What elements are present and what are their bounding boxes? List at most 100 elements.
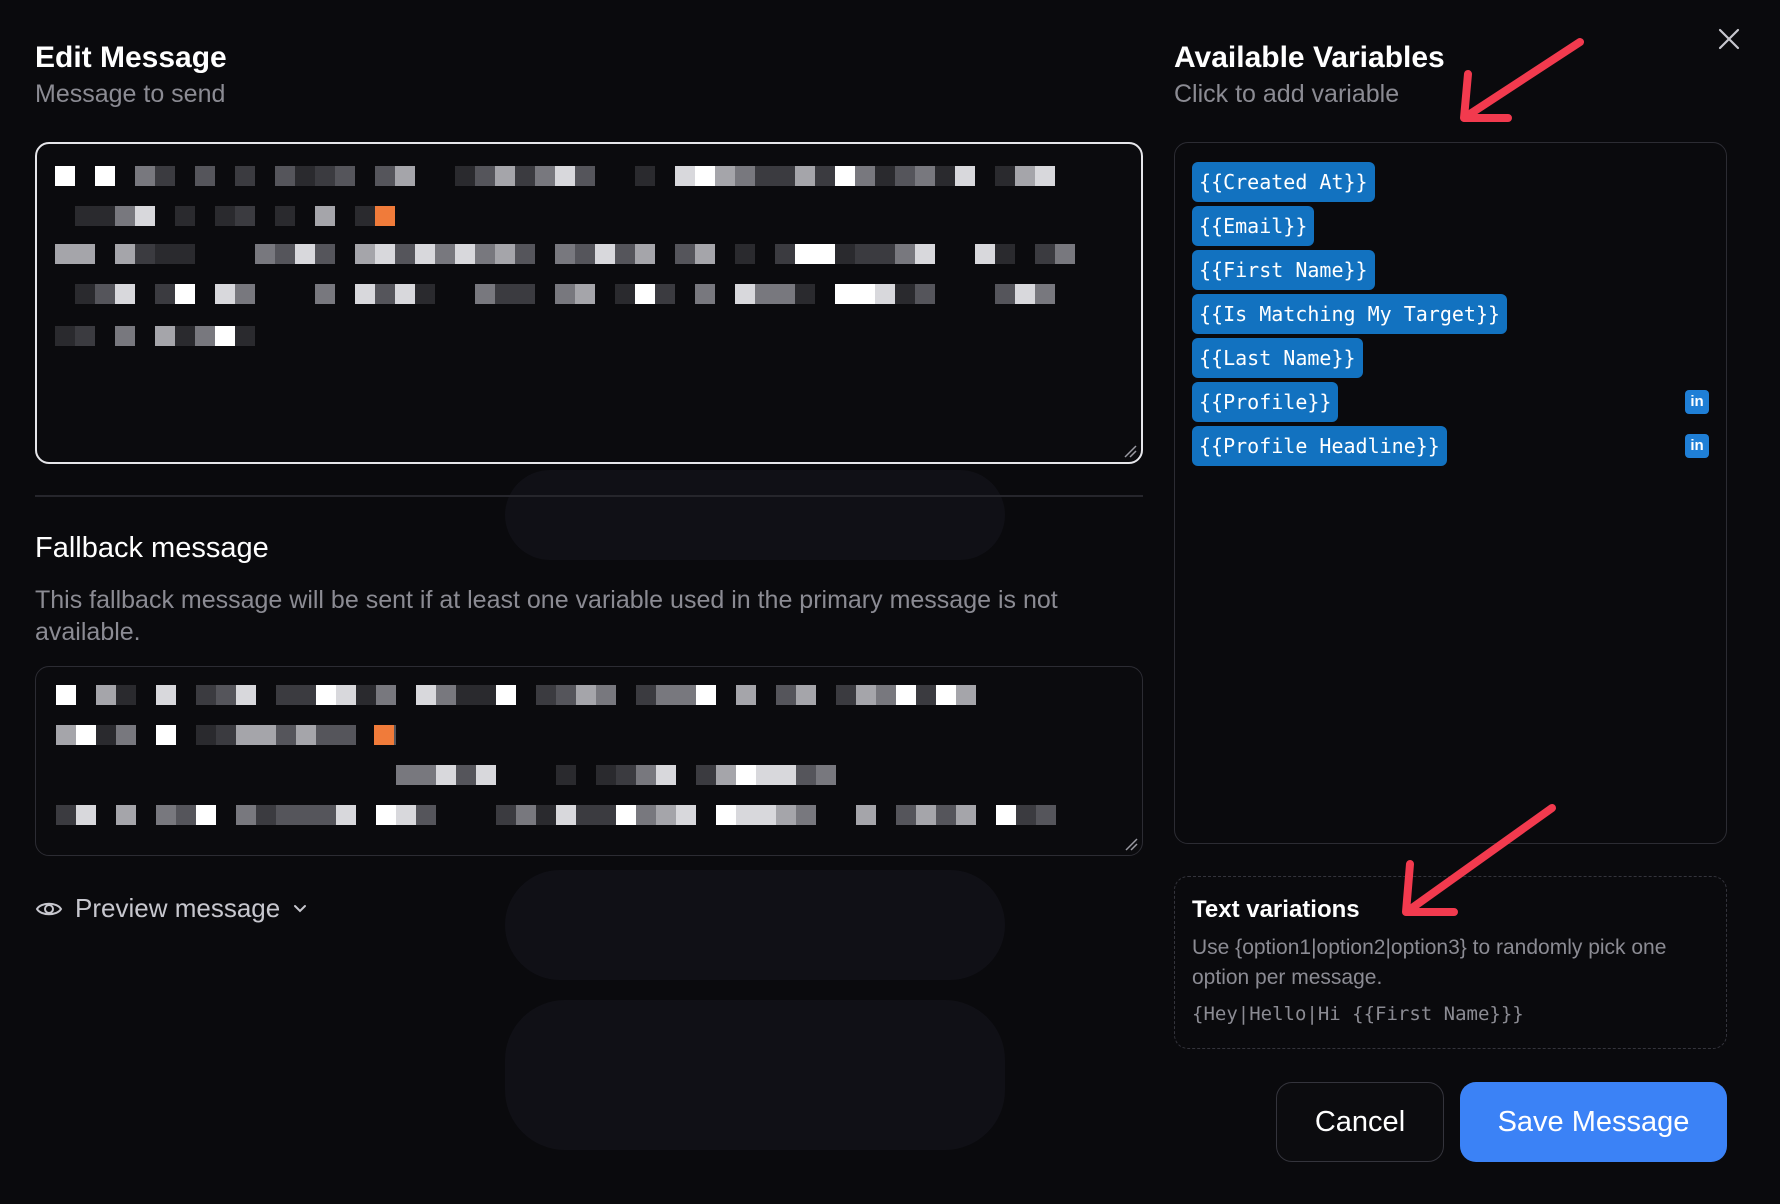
redacted-pixel <box>235 284 255 304</box>
redacted-pixel <box>855 284 875 304</box>
redacted-pixel <box>115 244 135 264</box>
redacted-pixel <box>775 244 795 264</box>
variable-chip-is-matching-my-target[interactable]: {{Is Matching My Target}} <box>1192 294 1508 334</box>
redacted-pixel <box>1055 244 1075 264</box>
redacted-pixel <box>276 805 296 825</box>
redacted-pixel <box>715 166 735 186</box>
redacted-pixel <box>355 206 375 226</box>
redacted-pixel <box>875 284 895 304</box>
redacted-pixel <box>195 326 215 346</box>
redacted-pixel <box>576 685 596 705</box>
variable-chip-profile[interactable]: {{Profile}} <box>1192 382 1339 422</box>
variable-chip-last-name[interactable]: {{Last Name}} <box>1192 338 1363 378</box>
redacted-pixel <box>236 685 256 705</box>
redacted-pixel <box>636 765 656 785</box>
redacted-pixel <box>296 725 316 745</box>
redacted-pixel <box>115 326 135 346</box>
redacted-pixel <box>816 765 836 785</box>
redacted-pixel <box>135 166 155 186</box>
redacted-pixel <box>355 284 375 304</box>
redacted-pixel <box>255 244 275 264</box>
variable-row: {{Last Name}} <box>1192 338 1709 378</box>
redacted-pixel <box>156 805 176 825</box>
redacted-pixel <box>735 284 755 304</box>
redacted-pixel <box>776 805 796 825</box>
redacted-pixel <box>215 284 235 304</box>
redacted-pixel <box>775 284 795 304</box>
redacted-pixel <box>935 166 955 186</box>
redacted-pixel <box>736 685 756 705</box>
redacted-pixel <box>455 244 475 264</box>
redacted-pixel <box>156 685 176 705</box>
redacted-pixel <box>96 685 116 705</box>
redacted-pixel <box>95 284 115 304</box>
redacted-pixel <box>575 244 595 264</box>
redacted-pixel <box>556 685 576 705</box>
redacted-pixel <box>975 244 995 264</box>
redacted-pixel <box>755 166 775 186</box>
redacted-pixel <box>295 166 315 186</box>
redacted-pixel <box>876 685 896 705</box>
redacted-pixel <box>716 765 736 785</box>
redacted-pixel <box>76 725 96 745</box>
close-button[interactable] <box>1712 22 1746 56</box>
redacted-pixel <box>416 685 436 705</box>
redacted-pixel <box>675 166 695 186</box>
redacted-pixel <box>556 765 576 785</box>
message-textarea[interactable] <box>35 142 1143 464</box>
redacted-pixel <box>955 166 975 186</box>
redacted-pixel <box>175 284 195 304</box>
redacted-pixel <box>495 166 515 186</box>
redacted-pixel <box>735 244 755 264</box>
variable-chip-profile-headline[interactable]: {{Profile Headline}} <box>1192 426 1447 466</box>
redacted-pixel <box>175 326 195 346</box>
background-shape <box>505 470 1005 560</box>
redacted-pixel <box>196 805 216 825</box>
redacted-pixel <box>615 244 635 264</box>
redacted-pixel <box>875 244 895 264</box>
redacted-pixel <box>155 166 175 186</box>
edit-message-title: Edit Message <box>35 41 227 74</box>
redacted-pixel <box>1015 166 1035 186</box>
cancel-button[interactable]: Cancel <box>1276 1082 1444 1162</box>
variable-chip-created-at[interactable]: {{Created At}} <box>1192 162 1375 202</box>
redacted-pixel <box>375 244 395 264</box>
variable-chip-email[interactable]: {{Email}} <box>1192 206 1315 246</box>
redacted-pixel <box>436 685 456 705</box>
redacted-pixel <box>356 685 376 705</box>
fallback-textarea[interactable] <box>35 666 1143 856</box>
redacted-pixel <box>895 166 915 186</box>
redacted-pixel <box>456 685 476 705</box>
redacted-pixel <box>296 805 316 825</box>
resize-handle-icon[interactable] <box>1124 837 1138 851</box>
redacted-pixel <box>696 765 716 785</box>
edit-message-subtitle: Message to send <box>35 80 226 108</box>
redacted-pixel <box>56 685 76 705</box>
redacted-pixel <box>856 685 876 705</box>
redacted-pixel <box>175 244 195 264</box>
redacted-pixel <box>555 244 575 264</box>
redacted-pixel <box>936 685 956 705</box>
variable-chip-first-name[interactable]: {{First Name}} <box>1192 250 1375 290</box>
save-message-button[interactable]: Save Message <box>1460 1082 1727 1162</box>
redacted-pixel <box>475 244 495 264</box>
redacted-pixel <box>135 244 155 264</box>
redacted-pixel <box>956 685 976 705</box>
redacted-pixel <box>815 166 835 186</box>
redacted-pixel <box>315 284 335 304</box>
redacted-pixel <box>336 725 356 745</box>
redacted-pixel <box>576 805 596 825</box>
redacted-pixel <box>995 166 1015 186</box>
redacted-pixel <box>575 166 595 186</box>
redacted-pixel <box>416 765 436 785</box>
redacted-pixel <box>216 725 236 745</box>
redacted-pixel <box>895 244 915 264</box>
redacted-pixel <box>596 765 616 785</box>
redacted-pixel <box>736 765 756 785</box>
resize-handle-icon[interactable] <box>1123 444 1137 458</box>
edit-message-modal: Edit Message Message to send Fallback me… <box>0 0 1780 1204</box>
preview-message-toggle[interactable]: Preview message <box>35 893 308 924</box>
redacted-pixel <box>796 805 816 825</box>
redacted-pixel <box>635 284 655 304</box>
redacted-pixel <box>336 805 356 825</box>
